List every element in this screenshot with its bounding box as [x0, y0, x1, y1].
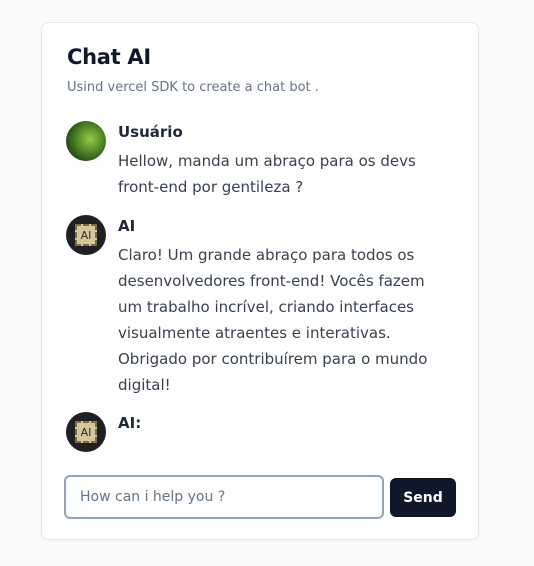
message-text: Claro! Um grande abraço para todos os de… — [118, 246, 428, 394]
send-button[interactable]: Send — [390, 478, 456, 517]
ai-avatar-label: AI — [80, 229, 92, 242]
message-item-ai-pending: AI AI: — [66, 412, 456, 456]
message-author: Usuário — [118, 123, 183, 141]
card-title: Chat AI — [67, 45, 151, 69]
message-item-user: Usuário Hellow, manda um abraço para os … — [66, 121, 456, 201]
message-author: AI — [118, 217, 136, 235]
card-subtitle: Usind vercel SDK to create a chat bot . — [67, 80, 319, 95]
chat-input[interactable] — [66, 477, 382, 517]
user-avatar-icon — [66, 121, 106, 161]
ai-avatar-icon: AI — [66, 412, 106, 452]
message-text: Hellow, manda um abraço para os devs fro… — [118, 152, 416, 196]
message-item-ai: AI AI Claro! Um grande abraço para todos… — [66, 215, 456, 405]
chat-card: Chat AI Usind vercel SDK to create a cha… — [41, 22, 479, 540]
ai-avatar-label: AI — [80, 426, 92, 439]
ai-avatar-icon: AI — [66, 215, 106, 255]
message-author: AI: — [118, 414, 142, 432]
chat-input-wrapper — [64, 475, 384, 519]
